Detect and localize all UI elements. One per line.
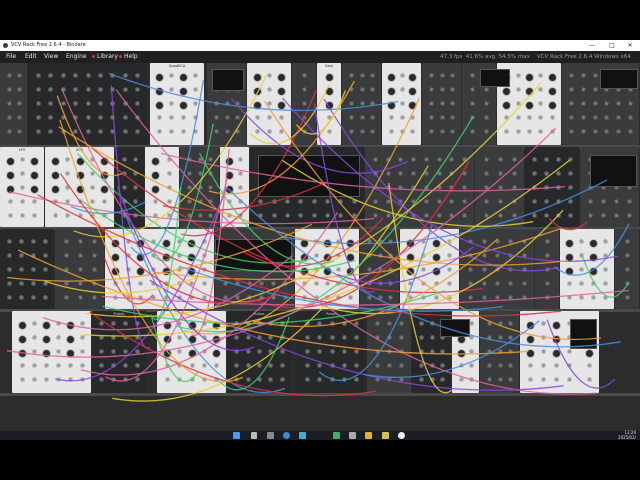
app-icon-gray[interactable]	[349, 432, 356, 439]
patch-cable[interactable]	[162, 181, 327, 211]
search-icon[interactable]	[251, 432, 257, 439]
screen: VCV Rack Free 2.6.4 - Bindare — □ ✕ File…	[0, 40, 640, 440]
menu-engine[interactable]: Engine	[66, 51, 87, 63]
app-icon-green[interactable]	[333, 432, 340, 439]
clock-date: 2025/02/	[618, 434, 636, 440]
fps-readout: 47.3 fps	[440, 54, 463, 60]
file-explorer-icon[interactable]	[382, 432, 389, 439]
system-clock: 13:20 2025/02/	[618, 430, 636, 440]
rack-canvas[interactable]: QuadVCA Gain LFO VCO Pulses Pulses Pulses	[0, 63, 640, 431]
patch-cable[interactable]	[554, 223, 630, 276]
window-title: VCV Rack Free 2.6.4 - Bindare	[11, 42, 86, 48]
store-icon[interactable]	[299, 432, 306, 439]
menu-edit[interactable]: Edit	[25, 51, 37, 63]
app-icon-yellow[interactable]	[365, 432, 372, 439]
maximize-button[interactable]: □	[602, 40, 622, 51]
patch-cable[interactable]	[161, 152, 565, 192]
vcv-rack-app-icon	[3, 43, 8, 48]
vcv-rack-icon[interactable]	[398, 432, 405, 439]
task-view-icon[interactable]	[267, 432, 274, 439]
update-notification-icon	[92, 55, 95, 58]
update-notification-icon	[119, 55, 122, 58]
title-bar: VCV Rack Free 2.6.4 - Bindare — □ ✕	[0, 40, 640, 51]
patch-cables[interactable]	[0, 63, 640, 431]
windows-start-icon[interactable]	[233, 432, 240, 439]
menu-file[interactable]: File	[6, 51, 16, 63]
menu-library: Library	[97, 53, 118, 60]
menu-help-item[interactable]: Help	[119, 51, 138, 63]
close-button[interactable]: ✕	[620, 40, 640, 51]
patch-cable[interactable]	[77, 153, 315, 264]
menu-library-item[interactable]: Library	[92, 51, 118, 63]
edition-readout: VCV Rack Free 2.6.4 Windows x64	[536, 54, 631, 60]
patch-cable[interactable]	[281, 159, 534, 227]
avg-readout: 41.6% avg	[465, 54, 496, 60]
patch-cable[interactable]	[546, 319, 616, 389]
patch-cable[interactable]	[296, 90, 347, 135]
patch-cable[interactable]	[280, 179, 608, 245]
patch-cable[interactable]	[9, 191, 375, 225]
menu-bar: File Edit View Engine Library Help 47.3 …	[0, 51, 640, 63]
patch-cable[interactable]	[184, 98, 420, 335]
minimize-button[interactable]: —	[582, 40, 602, 51]
patch-cable[interactable]	[281, 97, 618, 262]
menu-view[interactable]: View	[44, 51, 58, 63]
patch-cable[interactable]	[108, 72, 399, 112]
patch-cable[interactable]	[548, 218, 588, 231]
patch-cable[interactable]	[191, 148, 230, 337]
windows-taskbar: 13:20 2025/02/	[0, 430, 640, 440]
edge-icon[interactable]	[283, 432, 290, 439]
max-readout: 54.5% max	[498, 54, 530, 60]
menu-help: Help	[124, 53, 138, 60]
engine-stats: 47.3 fps 41.6% avg 54.5% max VCV Rack Fr…	[440, 51, 631, 63]
